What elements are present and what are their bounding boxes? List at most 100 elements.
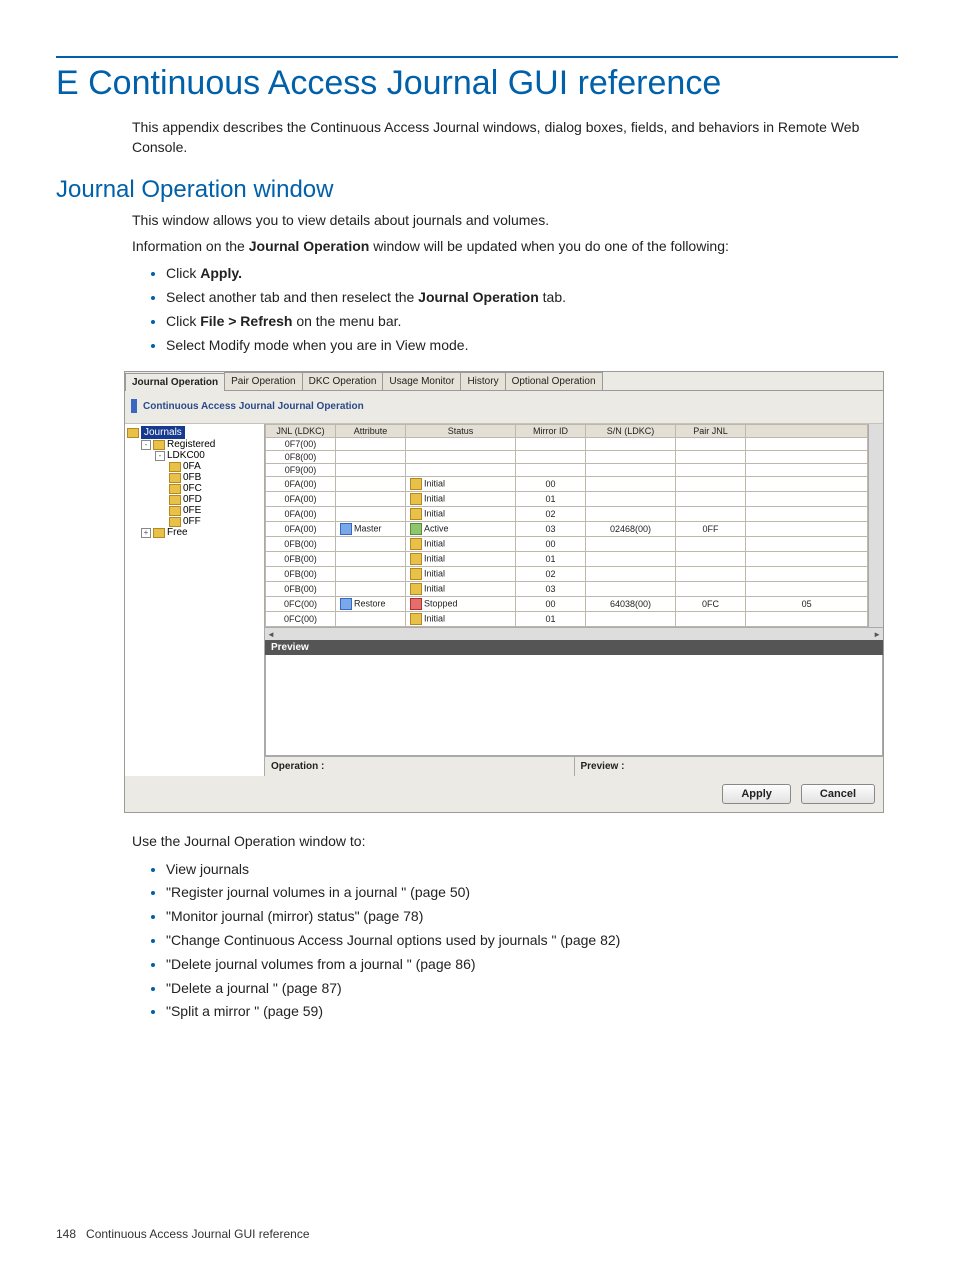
table-row[interactable]: 0F9(00) xyxy=(266,464,868,477)
tab-pair-operation[interactable]: Pair Operation xyxy=(224,372,302,390)
table-row[interactable]: 0FB(00)Initial03 xyxy=(266,582,868,597)
table-cell: Initial xyxy=(406,612,516,627)
table-cell: 0FC(00) xyxy=(266,612,336,627)
preview-header: Preview xyxy=(265,640,883,655)
table-cell xyxy=(586,552,676,567)
table-cell xyxy=(676,582,746,597)
title-bar-icon xyxy=(131,399,137,413)
tab-optional-operation[interactable]: Optional Operation xyxy=(505,372,603,390)
xref-link[interactable]: "Change Continuous Access Journal option… xyxy=(166,932,620,948)
table-cell: 0FB(00) xyxy=(266,567,336,582)
collapse-icon[interactable]: - xyxy=(155,451,165,461)
horizontal-scrollbar[interactable]: ◄► xyxy=(265,627,883,640)
tree-leaf[interactable]: 0FA xyxy=(161,461,262,472)
xref-link[interactable]: "Delete a journal " (page 87) xyxy=(166,980,342,996)
expand-icon[interactable]: + xyxy=(141,528,151,538)
table-cell: Initial xyxy=(406,492,516,507)
table-cell xyxy=(336,477,406,492)
tree-node[interactable]: -LDKC00 0FA0FB0FC0FD0FE0FF xyxy=(147,450,262,527)
tree-root[interactable]: Journals xyxy=(141,426,185,439)
table-cell xyxy=(746,438,868,451)
list-item: "Delete journal volumes from a journal "… xyxy=(166,953,898,977)
table-cell xyxy=(336,451,406,464)
xref-link[interactable]: "Monitor journal (mirror) status" (page … xyxy=(166,908,423,924)
tab-dkc-operation[interactable]: DKC Operation xyxy=(302,372,384,390)
folder-icon xyxy=(169,473,181,483)
col-header[interactable]: Attribute xyxy=(336,425,406,438)
vertical-scrollbar[interactable] xyxy=(868,424,883,627)
table-cell: 02 xyxy=(516,507,586,522)
table-row[interactable]: 0F7(00) xyxy=(266,438,868,451)
apply-button[interactable]: Apply xyxy=(722,784,791,804)
table-row[interactable]: 0FC(00)RestoreStopped0064038(00)0FC05 xyxy=(266,597,868,612)
table-cell xyxy=(586,612,676,627)
col-header[interactable] xyxy=(746,425,868,438)
col-header[interactable]: Status xyxy=(406,425,516,438)
table-row[interactable]: 0F8(00) xyxy=(266,451,868,464)
table-cell: 03 xyxy=(516,582,586,597)
tree-label: 0FB xyxy=(183,472,201,483)
table-cell xyxy=(676,567,746,582)
table-cell: Restore xyxy=(336,597,406,612)
bullet-list: View journals "Register journal volumes … xyxy=(146,858,898,1025)
table-row[interactable]: 0FA(00)MasterActive0302468(00)0FF xyxy=(266,522,868,537)
table-cell xyxy=(336,438,406,451)
tab-history[interactable]: History xyxy=(460,372,505,390)
tree-node[interactable]: +Free xyxy=(133,527,262,538)
xref-link[interactable]: "Delete journal volumes from a journal "… xyxy=(166,956,476,972)
tree-leaf[interactable]: 0FF xyxy=(161,516,262,527)
cell-text: 0F7(00) xyxy=(285,439,317,449)
tree-leaf[interactable]: 0FD xyxy=(161,494,262,505)
table-row[interactable]: 0FA(00)Initial00 xyxy=(266,477,868,492)
table-cell xyxy=(336,567,406,582)
footer-title: Continuous Access Journal GUI reference xyxy=(86,1227,309,1241)
status-icon xyxy=(410,583,422,595)
table-cell xyxy=(586,537,676,552)
col-header[interactable]: Mirror ID xyxy=(516,425,586,438)
col-header[interactable]: JNL (LDKC) xyxy=(266,425,336,438)
table-row[interactable]: 0FA(00)Initial01 xyxy=(266,492,868,507)
table-cell xyxy=(746,477,868,492)
cell-text: 0FA(00) xyxy=(284,524,316,534)
table-cell xyxy=(676,438,746,451)
table-cell: 0F9(00) xyxy=(266,464,336,477)
tab-journal-operation[interactable]: Journal Operation xyxy=(125,373,225,391)
tree-leaf[interactable]: 0FE xyxy=(161,505,262,516)
table-cell: 0FB(00) xyxy=(266,582,336,597)
table-cell xyxy=(516,464,586,477)
table-row[interactable]: 0FB(00)Initial02 xyxy=(266,567,868,582)
collapse-icon[interactable]: - xyxy=(141,440,151,450)
table-cell: Initial xyxy=(406,552,516,567)
table-row[interactable]: 0FB(00)Initial00 xyxy=(266,537,868,552)
cell-text: Initial xyxy=(424,569,445,579)
table-row[interactable]: 0FA(00)Initial02 xyxy=(266,507,868,522)
xref-link[interactable]: "Register journal volumes in a journal "… xyxy=(166,884,470,900)
table-row[interactable]: 0FC(00) Initial01 xyxy=(266,612,868,627)
folder-icon xyxy=(169,462,181,472)
tab-usage-monitor[interactable]: Usage Monitor xyxy=(382,372,461,390)
cell-text: Initial xyxy=(424,494,445,504)
tree-label: 0FE xyxy=(183,505,201,516)
table-row[interactable]: 0FB(00)Initial01 xyxy=(266,552,868,567)
table-cell xyxy=(676,492,746,507)
tree-node[interactable]: -Registered -LDKC00 0FA0FB0FC0FD0FE0FF xyxy=(133,439,262,527)
journal-table[interactable]: JNL (LDKC) Attribute Status Mirror ID S/… xyxy=(265,424,868,627)
tree-leaf[interactable]: 0FC xyxy=(161,483,262,494)
list-item: "Split a mirror " (page 59) xyxy=(166,1000,898,1024)
text: Click xyxy=(166,265,200,281)
folder-icon xyxy=(153,440,165,450)
table-cell xyxy=(586,464,676,477)
tree-leaf[interactable]: 0FB xyxy=(161,472,262,483)
table-cell xyxy=(746,492,868,507)
xref-link[interactable]: "Split a mirror " (page 59) xyxy=(166,1003,323,1019)
cancel-button[interactable]: Cancel xyxy=(801,784,875,804)
text: tab. xyxy=(539,289,566,305)
col-header[interactable]: Pair JNL xyxy=(676,425,746,438)
tree-panel[interactable]: Journals -Registered -LDKC00 0FA0FB0FC0F… xyxy=(125,424,265,776)
col-header[interactable]: S/N (LDKC) xyxy=(586,425,676,438)
cell-text: 0FF xyxy=(702,524,718,534)
bold-text: Journal Operation xyxy=(418,289,539,305)
table-cell: 00 xyxy=(516,537,586,552)
table-cell xyxy=(586,438,676,451)
table-cell: 01 xyxy=(516,612,586,627)
